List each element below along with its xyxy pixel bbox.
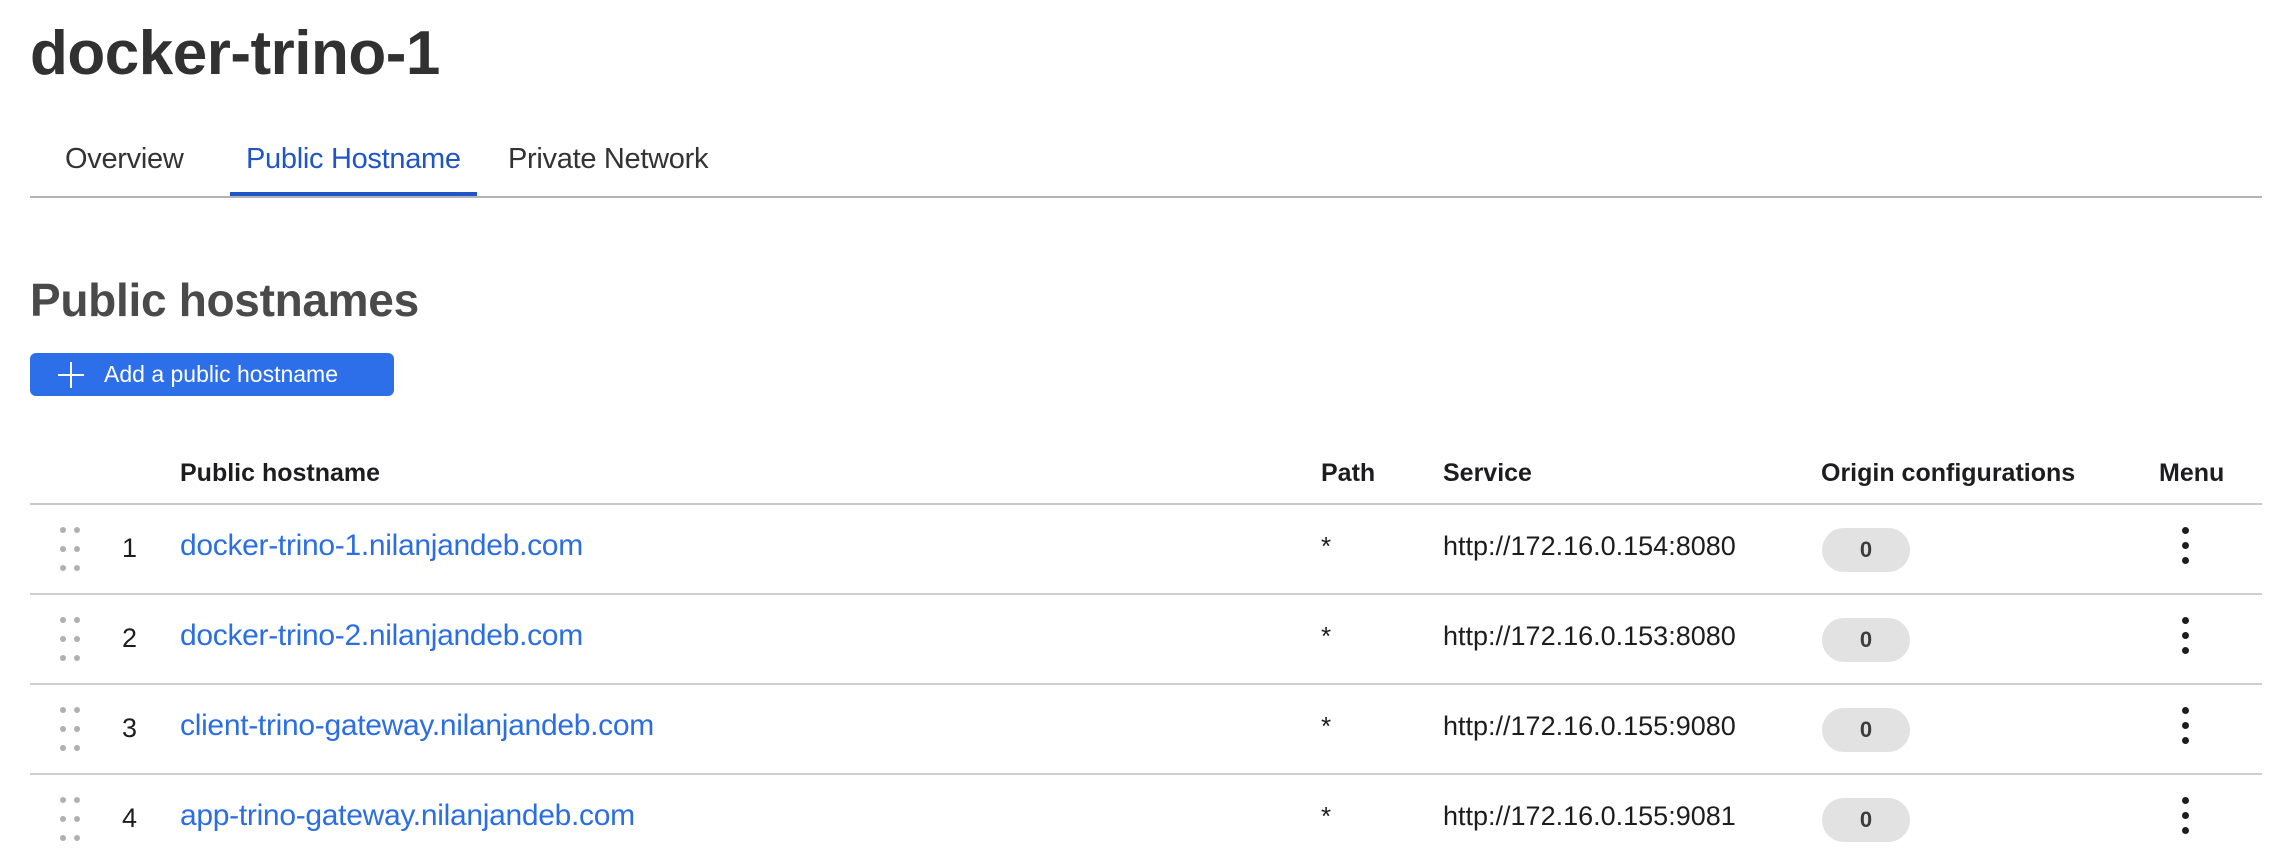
origin-config-badge[interactable]: 0	[1822, 798, 1910, 842]
origin-config-badge[interactable]: 0	[1822, 708, 1910, 752]
table-row: 1 docker-trino-1.nilanjandeb.com * http:…	[30, 505, 2262, 595]
table-row: 3 client-trino-gateway.nilanjandeb.com *…	[30, 685, 2262, 775]
column-header-public-hostname[interactable]: Public hostname	[180, 459, 380, 488]
hostname-link[interactable]: app-trino-gateway.nilanjandeb.com	[180, 799, 635, 833]
column-header-origin-configurations: Origin configurations	[1821, 459, 2076, 487]
drag-handle-icon[interactable]	[60, 617, 80, 661]
drag-handle-icon[interactable]	[60, 527, 80, 571]
more-vertical-icon[interactable]	[2176, 615, 2196, 659]
column-header-menu: Menu	[2159, 459, 2225, 487]
drag-handle-icon[interactable]	[60, 797, 80, 841]
more-vertical-icon[interactable]	[2176, 795, 2196, 839]
table-row: 2 docker-trino-2.nilanjandeb.com * http:…	[30, 595, 2262, 685]
row-number: 4	[122, 803, 138, 833]
more-vertical-icon[interactable]	[2176, 525, 2196, 569]
drag-handle-icon[interactable]	[60, 707, 80, 751]
service-value: http://172.16.0.153:8080	[1443, 621, 1736, 651]
row-number: 1	[122, 533, 138, 563]
table-row: 4 app-trino-gateway.nilanjandeb.com * ht…	[30, 775, 2262, 863]
table-header: Public hostname Path Service Origin conf…	[30, 445, 2262, 505]
column-header-service[interactable]: Service	[1443, 459, 1532, 488]
tab-public-hostname[interactable]: Public Hostname	[230, 130, 477, 196]
row-number: 3	[122, 713, 138, 743]
origin-config-badge[interactable]: 0	[1822, 618, 1910, 662]
add-public-hostname-label: Add a public hostname	[104, 361, 338, 387]
path-value: *	[1321, 801, 1332, 831]
page: docker-trino-1 Overview Public Hostname …	[0, 0, 2286, 860]
plus-icon	[58, 361, 84, 388]
service-value: http://172.16.0.155:9080	[1443, 711, 1736, 741]
more-vertical-icon[interactable]	[2176, 705, 2196, 749]
path-value: *	[1321, 531, 1332, 561]
row-number: 2	[122, 623, 138, 653]
hostname-link[interactable]: client-trino-gateway.nilanjandeb.com	[180, 709, 654, 743]
hostname-link[interactable]: docker-trino-1.nilanjandeb.com	[180, 529, 583, 563]
path-value: *	[1321, 711, 1332, 741]
tab-overview[interactable]: Overview	[65, 130, 184, 194]
service-value: http://172.16.0.154:8080	[1443, 531, 1736, 561]
tab-bar: Overview Public Hostname Private Network	[30, 130, 2262, 198]
service-value: http://172.16.0.155:9081	[1443, 801, 1736, 831]
page-title: docker-trino-1	[30, 19, 440, 88]
add-public-hostname-button[interactable]: Add a public hostname	[30, 353, 394, 396]
tab-private-network[interactable]: Private Network	[508, 130, 708, 194]
section-title: Public hostnames	[30, 274, 419, 326]
hostname-link[interactable]: docker-trino-2.nilanjandeb.com	[180, 619, 583, 653]
path-value: *	[1321, 621, 1332, 651]
origin-config-badge[interactable]: 0	[1822, 528, 1910, 572]
hostnames-table: Public hostname Path Service Origin conf…	[30, 445, 2262, 863]
column-header-path[interactable]: Path	[1321, 459, 1375, 488]
